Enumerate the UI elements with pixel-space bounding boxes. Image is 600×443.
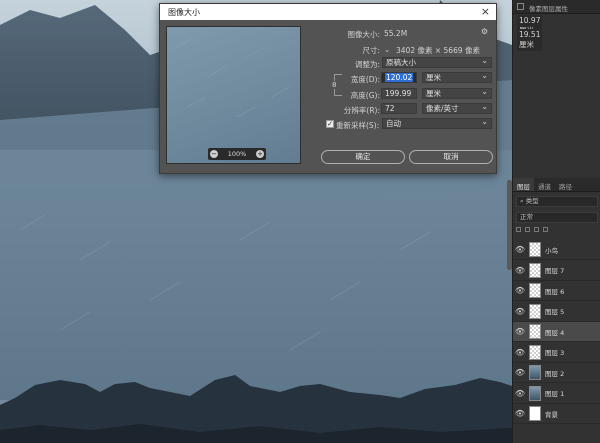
close-icon[interactable]: × xyxy=(481,5,490,18)
layer-thumbnail xyxy=(529,303,541,319)
height-unit-select[interactable]: 厘米 xyxy=(422,87,492,99)
width-label: 宽度(D): xyxy=(350,75,380,84)
tab-layers[interactable]: 图层 xyxy=(513,178,534,191)
image-icon xyxy=(517,3,524,10)
tab-paths[interactable]: 路径 xyxy=(555,178,576,191)
eye-icon[interactable]: 👁 xyxy=(513,307,527,316)
layer-row[interactable]: 👁 图层 1 xyxy=(513,384,600,404)
lock-all-icon[interactable] xyxy=(543,227,548,232)
properties-title: 像素图层属性 xyxy=(529,5,568,13)
layer-thumbnail xyxy=(529,262,541,278)
resample-label: 重新采样(S): xyxy=(336,121,380,130)
prop-height-value[interactable]: 19.51 厘米 xyxy=(517,29,543,51)
zoom-level: 100% xyxy=(227,150,247,158)
layer-row[interactable]: 👁 图层 5 xyxy=(513,302,600,322)
layer-thumbnail xyxy=(529,283,541,298)
eye-icon[interactable]: 👁 xyxy=(513,389,527,398)
width-value: 120.02 xyxy=(385,73,414,82)
eye-icon[interactable]: 👁 xyxy=(513,348,527,357)
lock-position-icon[interactable] xyxy=(534,227,539,232)
resample-select[interactable]: 自动 xyxy=(382,117,492,129)
resolution-unit-select[interactable]: 像素/英寸 xyxy=(422,102,492,114)
layer-thumbnail xyxy=(529,344,541,360)
right-panel: 像素图层属性 W: 10.97 厘米 H: 19.51 厘米 图层 通道 路径 … xyxy=(512,0,600,443)
width-input[interactable]: 120.02 xyxy=(381,72,417,83)
eye-icon[interactable]: 👁 xyxy=(513,286,527,295)
dimensions-label: 尺寸: xyxy=(362,46,380,55)
image-size-dialog: 图像大小 × − 100% + ⚙ 图像大小: 55.2M 尺寸: ⌄ 3402… xyxy=(159,3,497,174)
blend-mode-select[interactable]: 正常 xyxy=(516,212,598,223)
resolution-label: 分辨率(R): xyxy=(343,106,380,115)
prop-height-row: H: 19.51 厘米 xyxy=(517,29,543,51)
tab-channels[interactable]: 通道 xyxy=(534,178,555,191)
layer-thumbnail xyxy=(529,365,541,380)
layer-name: 图层 7 xyxy=(545,267,565,275)
filter-type-label: 类型 xyxy=(525,197,539,205)
layer-name: 图层 6 xyxy=(545,287,565,296)
layer-name: 小鸟 xyxy=(545,246,558,255)
lock-transparent-icon[interactable] xyxy=(516,227,521,232)
layer-row[interactable]: 👁 图层 2 xyxy=(513,363,600,383)
preview-texture xyxy=(176,38,290,118)
dialog-titlebar[interactable]: 图像大小 × xyxy=(160,4,496,20)
fit-to-select[interactable]: 原稿大小 xyxy=(382,56,492,68)
layers-tabs: 图层 通道 路径 xyxy=(513,178,600,192)
layer-row[interactable]: 👁 图层 3 xyxy=(513,343,600,363)
zoom-out-icon[interactable]: − xyxy=(210,150,218,158)
dimensions-value: 3402 像素 × 5669 像素 xyxy=(396,46,480,55)
layer-row[interactable]: 👁 小鸟 xyxy=(513,240,600,260)
layer-name: 图层 4 xyxy=(545,328,565,337)
layer-name: 图层 2 xyxy=(545,369,565,378)
layer-name: 背景 xyxy=(545,410,558,419)
lock-icons xyxy=(516,227,598,235)
layer-thumbnail xyxy=(529,406,541,421)
ok-button[interactable]: 确定 xyxy=(321,150,405,164)
layer-thumbnail xyxy=(529,385,541,401)
layer-row[interactable]: 👁 图层 7 xyxy=(513,261,600,281)
layer-row[interactable]: 👁 图层 4 xyxy=(513,322,600,342)
preview-zoom-control: − 100% + xyxy=(208,148,266,160)
resample-checkbox[interactable]: ✓ xyxy=(326,120,334,128)
eye-icon[interactable]: 👁 xyxy=(513,409,527,418)
eye-icon[interactable]: 👁 xyxy=(513,327,527,336)
layer-name: 图层 1 xyxy=(545,390,565,398)
layer-filter[interactable]: ⌕ 类型 xyxy=(516,196,598,207)
lock-paint-icon[interactable] xyxy=(525,227,530,232)
height-input[interactable]: 199.99 xyxy=(381,88,417,99)
layer-name: 图层 5 xyxy=(545,308,565,316)
width-unit-select[interactable]: 厘米 xyxy=(422,71,492,83)
dialog-title: 图像大小 xyxy=(168,8,200,17)
height-label: 高度(G): xyxy=(350,91,380,100)
image-size-label: 图像大小: xyxy=(347,30,380,39)
properties-header: 像素图层属性 xyxy=(513,0,600,14)
zoom-in-icon[interactable]: + xyxy=(256,150,264,158)
resolution-input[interactable]: 72 xyxy=(381,103,417,114)
layer-row[interactable]: 👁 背景 xyxy=(513,404,600,424)
fit-to-label: 调整为: xyxy=(354,60,380,69)
layer-thumbnail xyxy=(529,242,541,257)
image-size-value: 55.2M xyxy=(384,29,408,38)
cancel-button[interactable]: 取消 xyxy=(409,150,493,164)
layer-row[interactable]: 👁 图层 6 xyxy=(513,281,600,301)
layer-thumbnail xyxy=(529,324,541,339)
gear-icon[interactable]: ⚙ xyxy=(481,27,488,36)
dimensions-chevron-icon[interactable]: ⌄ xyxy=(384,45,390,54)
image-preview[interactable]: − 100% + xyxy=(166,26,301,164)
layer-name: 图层 3 xyxy=(545,349,565,357)
eye-icon[interactable]: 👁 xyxy=(513,245,527,254)
eye-icon[interactable]: 👁 xyxy=(513,266,527,275)
eye-icon[interactable]: 👁 xyxy=(513,368,527,377)
